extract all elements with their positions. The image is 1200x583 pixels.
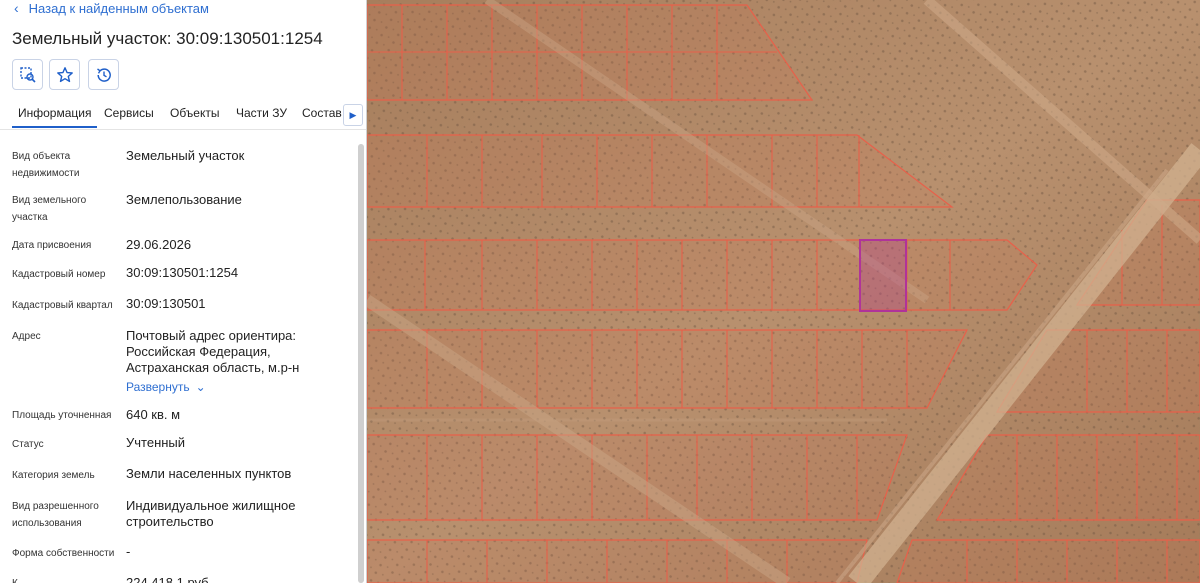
- field-value-land-category: Земли населенных пунктов: [126, 466, 292, 481]
- tab-composition[interactable]: Состав: [302, 106, 342, 120]
- panel-scrollbar-thumb[interactable]: [358, 144, 364, 583]
- history-button[interactable]: [88, 59, 119, 90]
- tab-information[interactable]: Информация: [11, 106, 99, 128]
- field-value-ownership: -: [126, 544, 131, 559]
- back-link[interactable]: ‹ Назад к найденным объектам: [14, 0, 209, 16]
- field-value-assign-date: 29.06.2026: [126, 237, 192, 252]
- field-label-assign-date: Дата присвоения: [12, 240, 92, 251]
- map-search-icon: [19, 66, 36, 83]
- tab-bar: Информация Сервисы Объекты Части ЗУ Сост…: [0, 100, 366, 130]
- field-value-status: Учтенный: [126, 435, 186, 450]
- parcel-row-6[interactable]: [367, 539, 868, 583]
- field-value-parcel-type: Землепользование: [126, 192, 242, 207]
- field-value-cadastral-cost: 224 418,1 руб.: [126, 575, 213, 583]
- parcel-row-3[interactable]: [367, 239, 1038, 311]
- field-label-object-type: Вид объекта недвижимости: [12, 151, 80, 179]
- field-value-permitted-use: Индивидуальное жилищное строительство: [126, 498, 296, 529]
- locate-on-map-button[interactable]: [12, 59, 43, 90]
- expand-address-label: Развернуть: [126, 380, 190, 394]
- expand-address-link[interactable]: Развернуть ⌄: [126, 380, 206, 394]
- cadastral-map-layer[interactable]: [367, 0, 1200, 583]
- field-label-cadastral-number: Кадастровый номер: [12, 269, 106, 280]
- history-icon: [96, 67, 111, 82]
- favorite-button[interactable]: [49, 59, 80, 90]
- back-link-label: Назад к найденным объектам: [28, 0, 209, 16]
- field-value-address: Почтовый адрес ориентира: Российская Фед…: [126, 328, 300, 375]
- tab-parts[interactable]: Части ЗУ: [236, 106, 287, 120]
- info-panel: ‹ Назад к найденным объектам Земельный у…: [0, 0, 367, 583]
- field-label-cadastral-quarter: Кадастровый квартал: [12, 300, 113, 311]
- star-icon: [56, 66, 73, 82]
- field-label-address: Адрес: [12, 331, 41, 342]
- parcel-row-4[interactable]: [367, 329, 968, 409]
- field-value-cadastral-quarter: 30:09:130501: [126, 296, 206, 311]
- caret-right-icon: ▶: [349, 109, 357, 120]
- tab-services[interactable]: Сервисы: [104, 106, 154, 120]
- chevron-down-icon: ⌄: [195, 380, 206, 394]
- parcel-row-2[interactable]: [367, 134, 954, 208]
- field-label-status: Статус: [12, 439, 44, 450]
- field-value-object-type: Земельный участок: [126, 148, 245, 163]
- field-label-parcel-type: Вид земельного участка: [12, 195, 87, 223]
- field-label-land-category: Категория земель: [12, 470, 95, 481]
- field-label-cadastral-cost: К...: [12, 575, 117, 583]
- tabs-scroll-right-button[interactable]: ▶: [343, 104, 363, 126]
- satellite-map[interactable]: [367, 0, 1200, 583]
- selected-parcel-1254[interactable]: [859, 239, 907, 312]
- field-value-area: 640 кв. м: [126, 407, 181, 422]
- tab-objects[interactable]: Объекты: [170, 106, 220, 120]
- field-value-cadastral-number: 30:09:130501:1254: [126, 265, 239, 280]
- field-label-area: Площадь уточненная: [12, 410, 112, 421]
- chevron-left-icon: ‹: [14, 0, 19, 16]
- page-title: Земельный участок: 30:09:130501:1254: [12, 29, 323, 48]
- field-label-ownership: Форма собственности: [12, 548, 115, 559]
- field-label-permitted-use: Вид разрешенного использования: [12, 501, 99, 529]
